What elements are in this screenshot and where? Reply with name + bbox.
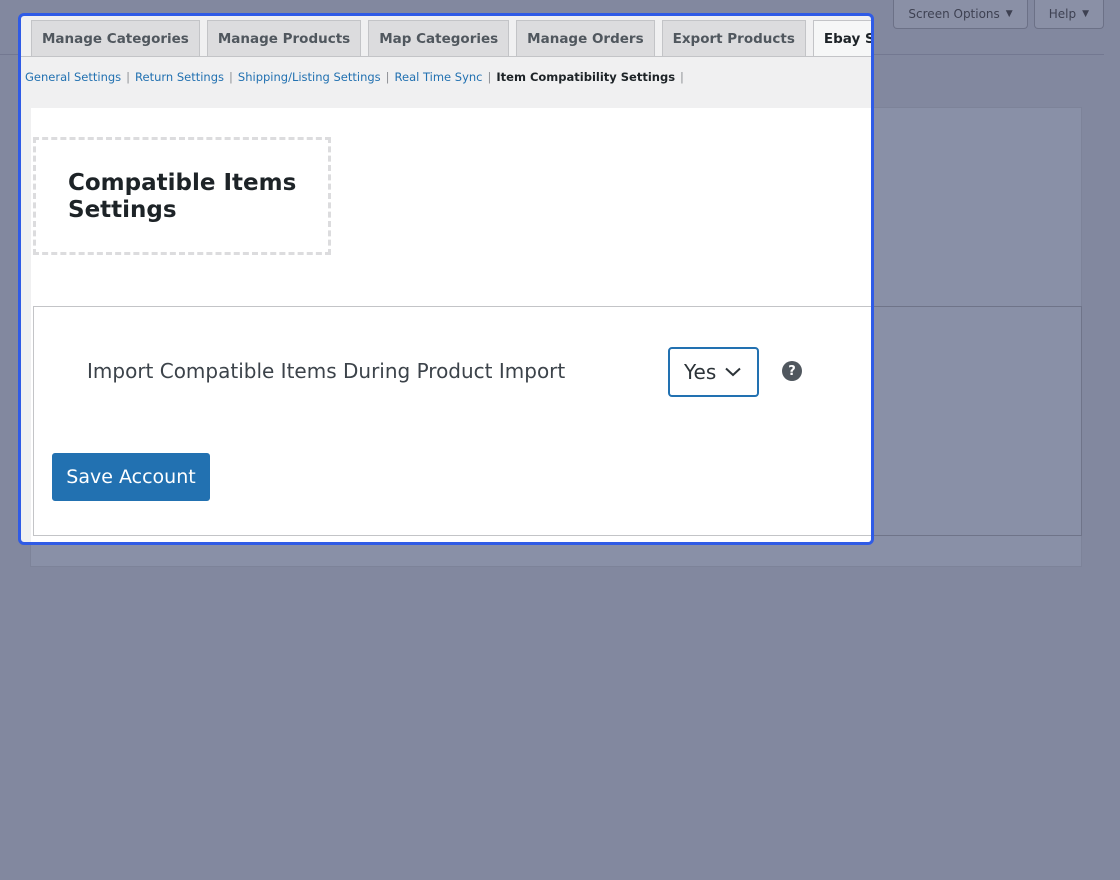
help-tooltip-icon[interactable]: ? <box>782 361 802 381</box>
help-label: Help <box>1048 7 1077 21</box>
nav-tabs: Manage Categories Manage Products Map Ca… <box>31 20 871 57</box>
settings-content: Compatible Items Settings Import Compati… <box>31 108 871 542</box>
caret-down-icon: ▼ <box>1005 9 1013 19</box>
screen-meta-links: Screen Options ▼ Help ▼ <box>893 0 1104 29</box>
section-title: Compatible Items Settings <box>68 170 297 223</box>
settings-form: Import Compatible Items During Product I… <box>33 306 871 536</box>
import-compatible-items-label: Import Compatible Items During Product I… <box>87 359 566 383</box>
select-value: Yes <box>684 360 717 384</box>
tab-manage-orders[interactable]: Manage Orders <box>516 20 655 56</box>
subnav-item-compatibility-settings[interactable]: Item Compatibility Settings <box>496 70 675 84</box>
subnav-separator: | <box>680 70 684 84</box>
subnav-separator: | <box>229 70 233 84</box>
tab-ebay-settings[interactable]: Ebay Settings <box>812 20 871 57</box>
section-title-box: Compatible Items Settings <box>33 137 331 255</box>
import-compatible-items-select[interactable]: Yes <box>668 347 759 397</box>
tab-manage-categories[interactable]: Manage Categories <box>31 20 200 56</box>
subnav-separator: | <box>385 70 390 84</box>
help-button[interactable]: Help ▼ <box>1033 0 1104 29</box>
tab-manage-products[interactable]: Manage Products <box>206 20 362 56</box>
subnav-return-settings[interactable]: Return Settings <box>135 70 224 84</box>
screen-options-label: Screen Options <box>908 7 1000 21</box>
subnav-general-settings[interactable]: General Settings <box>25 70 121 84</box>
highlighted-settings-panel: Manage Categories Manage Products Map Ca… <box>18 13 874 545</box>
settings-subnav: General Settings | Return Settings | Shi… <box>25 70 689 84</box>
subnav-separator: | <box>126 70 131 84</box>
tab-map-categories[interactable]: Map Categories <box>368 20 510 56</box>
subnav-shipping-listing-settings[interactable]: Shipping/Listing Settings <box>238 70 381 84</box>
chevron-down-icon <box>725 367 741 377</box>
screen-options-button[interactable]: Screen Options ▼ <box>893 0 1028 29</box>
save-account-button[interactable]: Save Account <box>52 453 210 501</box>
tabs-divider <box>21 56 871 57</box>
tab-export-products[interactable]: Export Products <box>661 20 806 56</box>
subnav-real-time-sync[interactable]: Real Time Sync <box>395 70 483 84</box>
caret-down-icon: ▼ <box>1082 9 1089 19</box>
subnav-separator: | <box>487 70 492 84</box>
